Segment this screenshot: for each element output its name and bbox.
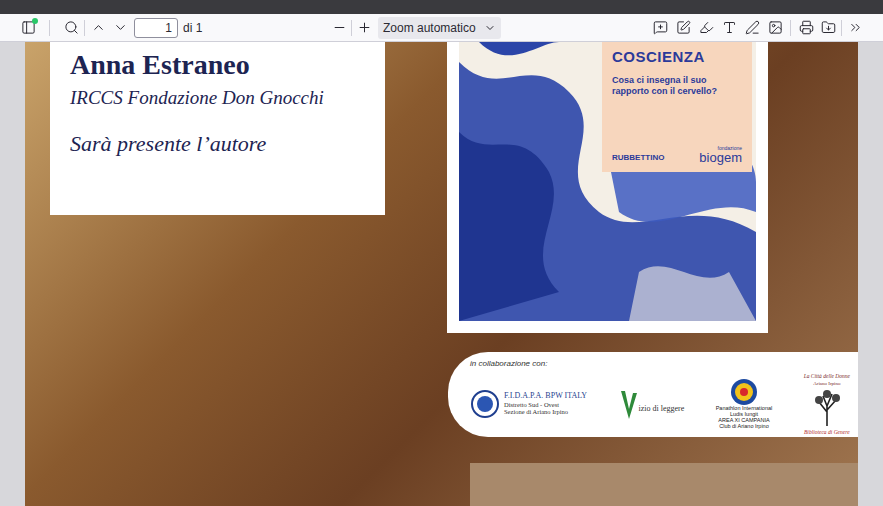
author-note: Sarà presente l’autore [70,131,385,156]
highlight-button[interactable] [695,17,717,39]
bottom-band [470,463,858,506]
search-icon [64,20,79,35]
comment-button[interactable] [649,17,671,39]
publisher: RUBBETTINO [612,152,664,164]
signature-button[interactable] [672,17,694,39]
text-icon [722,20,737,35]
book-v-icon [619,387,639,421]
draw-icon [745,20,760,35]
tree-icon [810,388,844,428]
page-input[interactable]: 1 [134,18,178,38]
collaboration-strip: in collaborazione con: F.I.D.A.P.A. BPW I… [448,352,858,437]
toolbar: 1 di 1 Zoom automatico [0,14,883,42]
signature-icon [676,20,691,35]
comment-icon [653,20,668,35]
image-icon [768,20,783,35]
partner-logo: izio di leggere [619,387,685,421]
more-tools-button[interactable] [844,17,866,39]
save-button[interactable] [817,17,839,39]
foundation: biogem [699,151,742,164]
print-button[interactable] [795,17,817,39]
viewer-area: Anna Estraneo IRCCS Fondazione Don Gnocch… [0,42,883,506]
chevron-down-button[interactable] [109,17,131,39]
more-tools-icon [848,20,863,35]
cover-label: COSCIENZA Cosa ci insegna il suo rapporto… [602,42,752,172]
highlight-icon [699,20,714,35]
text-button[interactable] [718,17,740,39]
pdf-viewer: 1 di 1 Zoom automatico Anna Estraneo IRCCS F… [0,0,883,506]
partner-logo: La Città delle DonneAriano IrpinoBibliot… [804,372,850,436]
collaboration-label: in collaborazione con: [470,358,850,370]
chevron-up-icon [91,20,106,35]
print-icon [799,20,814,35]
page-count: di 1 [183,19,202,37]
book-cover: COSCIENZA Cosa ci insegna il suo rapporto… [447,42,768,333]
fidapa-emblem-icon [470,389,500,419]
pdf-page: Anna Estraneo IRCCS Fondazione Don Gnocch… [25,42,858,506]
partner-logo: Panathlon InternationalLudis IungitAREA … [716,378,773,429]
window-frame [0,0,883,14]
zoom-out-icon [332,20,347,35]
image-button[interactable] [764,17,786,39]
zoom-out-button[interactable] [328,17,350,39]
affiliation: IRCCS Fondazione Don Gnocchi [70,87,385,109]
zoom-select[interactable]: Zoom automatico [378,17,501,39]
save-icon [821,20,836,35]
partner-logo: F.I.D.A.P.A. BPW ITALYDistretto Sud - Ov… [470,389,587,419]
chevron-up-button[interactable] [87,17,109,39]
panathlon-emblem-icon [730,378,758,406]
chevron-down-icon [113,20,128,35]
sidebar-toggle[interactable] [17,17,39,39]
search-button[interactable] [60,17,82,39]
zoom-in-button[interactable] [353,17,375,39]
dropdown-icon [484,22,496,34]
zoom-in-icon [357,20,372,35]
author-box: Anna Estraneo IRCCS Fondazione Don Gnocch… [50,42,385,215]
book-title: COSCIENZA [612,46,742,69]
notification-dot [32,18,38,24]
draw-button[interactable] [741,17,763,39]
book-subtitle: Cosa ci insegna il suo rapporto con il c… [612,75,742,98]
author-name: Anna Estraneo [70,50,385,81]
